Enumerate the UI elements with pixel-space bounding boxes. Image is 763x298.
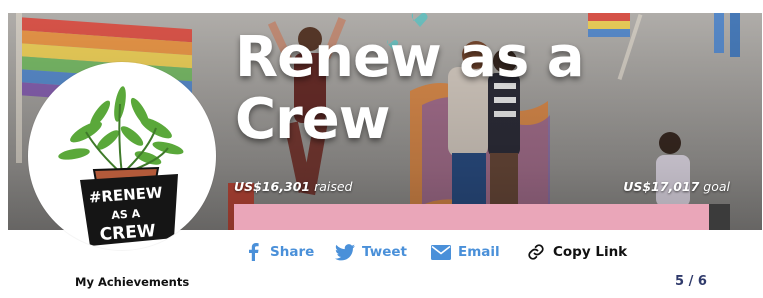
raised-amount: US$16,301 raised — [234, 179, 353, 194]
campaign-title: Renew as a Crew — [235, 25, 585, 152]
share-facebook-label: Share — [270, 244, 315, 260]
email-icon — [430, 241, 452, 263]
share-email-label: Email — [458, 244, 500, 260]
achievements-count: 5 / 6 — [675, 274, 707, 289]
share-twitter-button[interactable]: Tweet — [334, 240, 407, 264]
facebook-icon — [242, 241, 264, 263]
twitter-icon — [334, 241, 356, 263]
renew-as-a-crew-logo: #RENEW AS A CREW — [58, 86, 184, 246]
share-facebook-button[interactable]: Share — [242, 240, 314, 264]
share-twitter-label: Tweet — [362, 244, 407, 260]
fundraising-progress-bar — [234, 204, 730, 230]
link-icon — [525, 241, 547, 263]
logo-text-line-2: AS A — [111, 207, 141, 222]
share-email-button[interactable]: Email — [430, 240, 500, 264]
logo-text-line-3: CREW — [99, 221, 156, 245]
goal-amount: US$17,017 goal — [623, 179, 730, 194]
copy-link-button[interactable]: Copy Link — [525, 240, 627, 264]
achievements-label[interactable]: My Achievements — [75, 275, 189, 289]
campaign-avatar: #RENEW AS A CREW — [28, 62, 216, 250]
copy-link-label: Copy Link — [553, 244, 628, 260]
progress-fill — [234, 204, 710, 230]
